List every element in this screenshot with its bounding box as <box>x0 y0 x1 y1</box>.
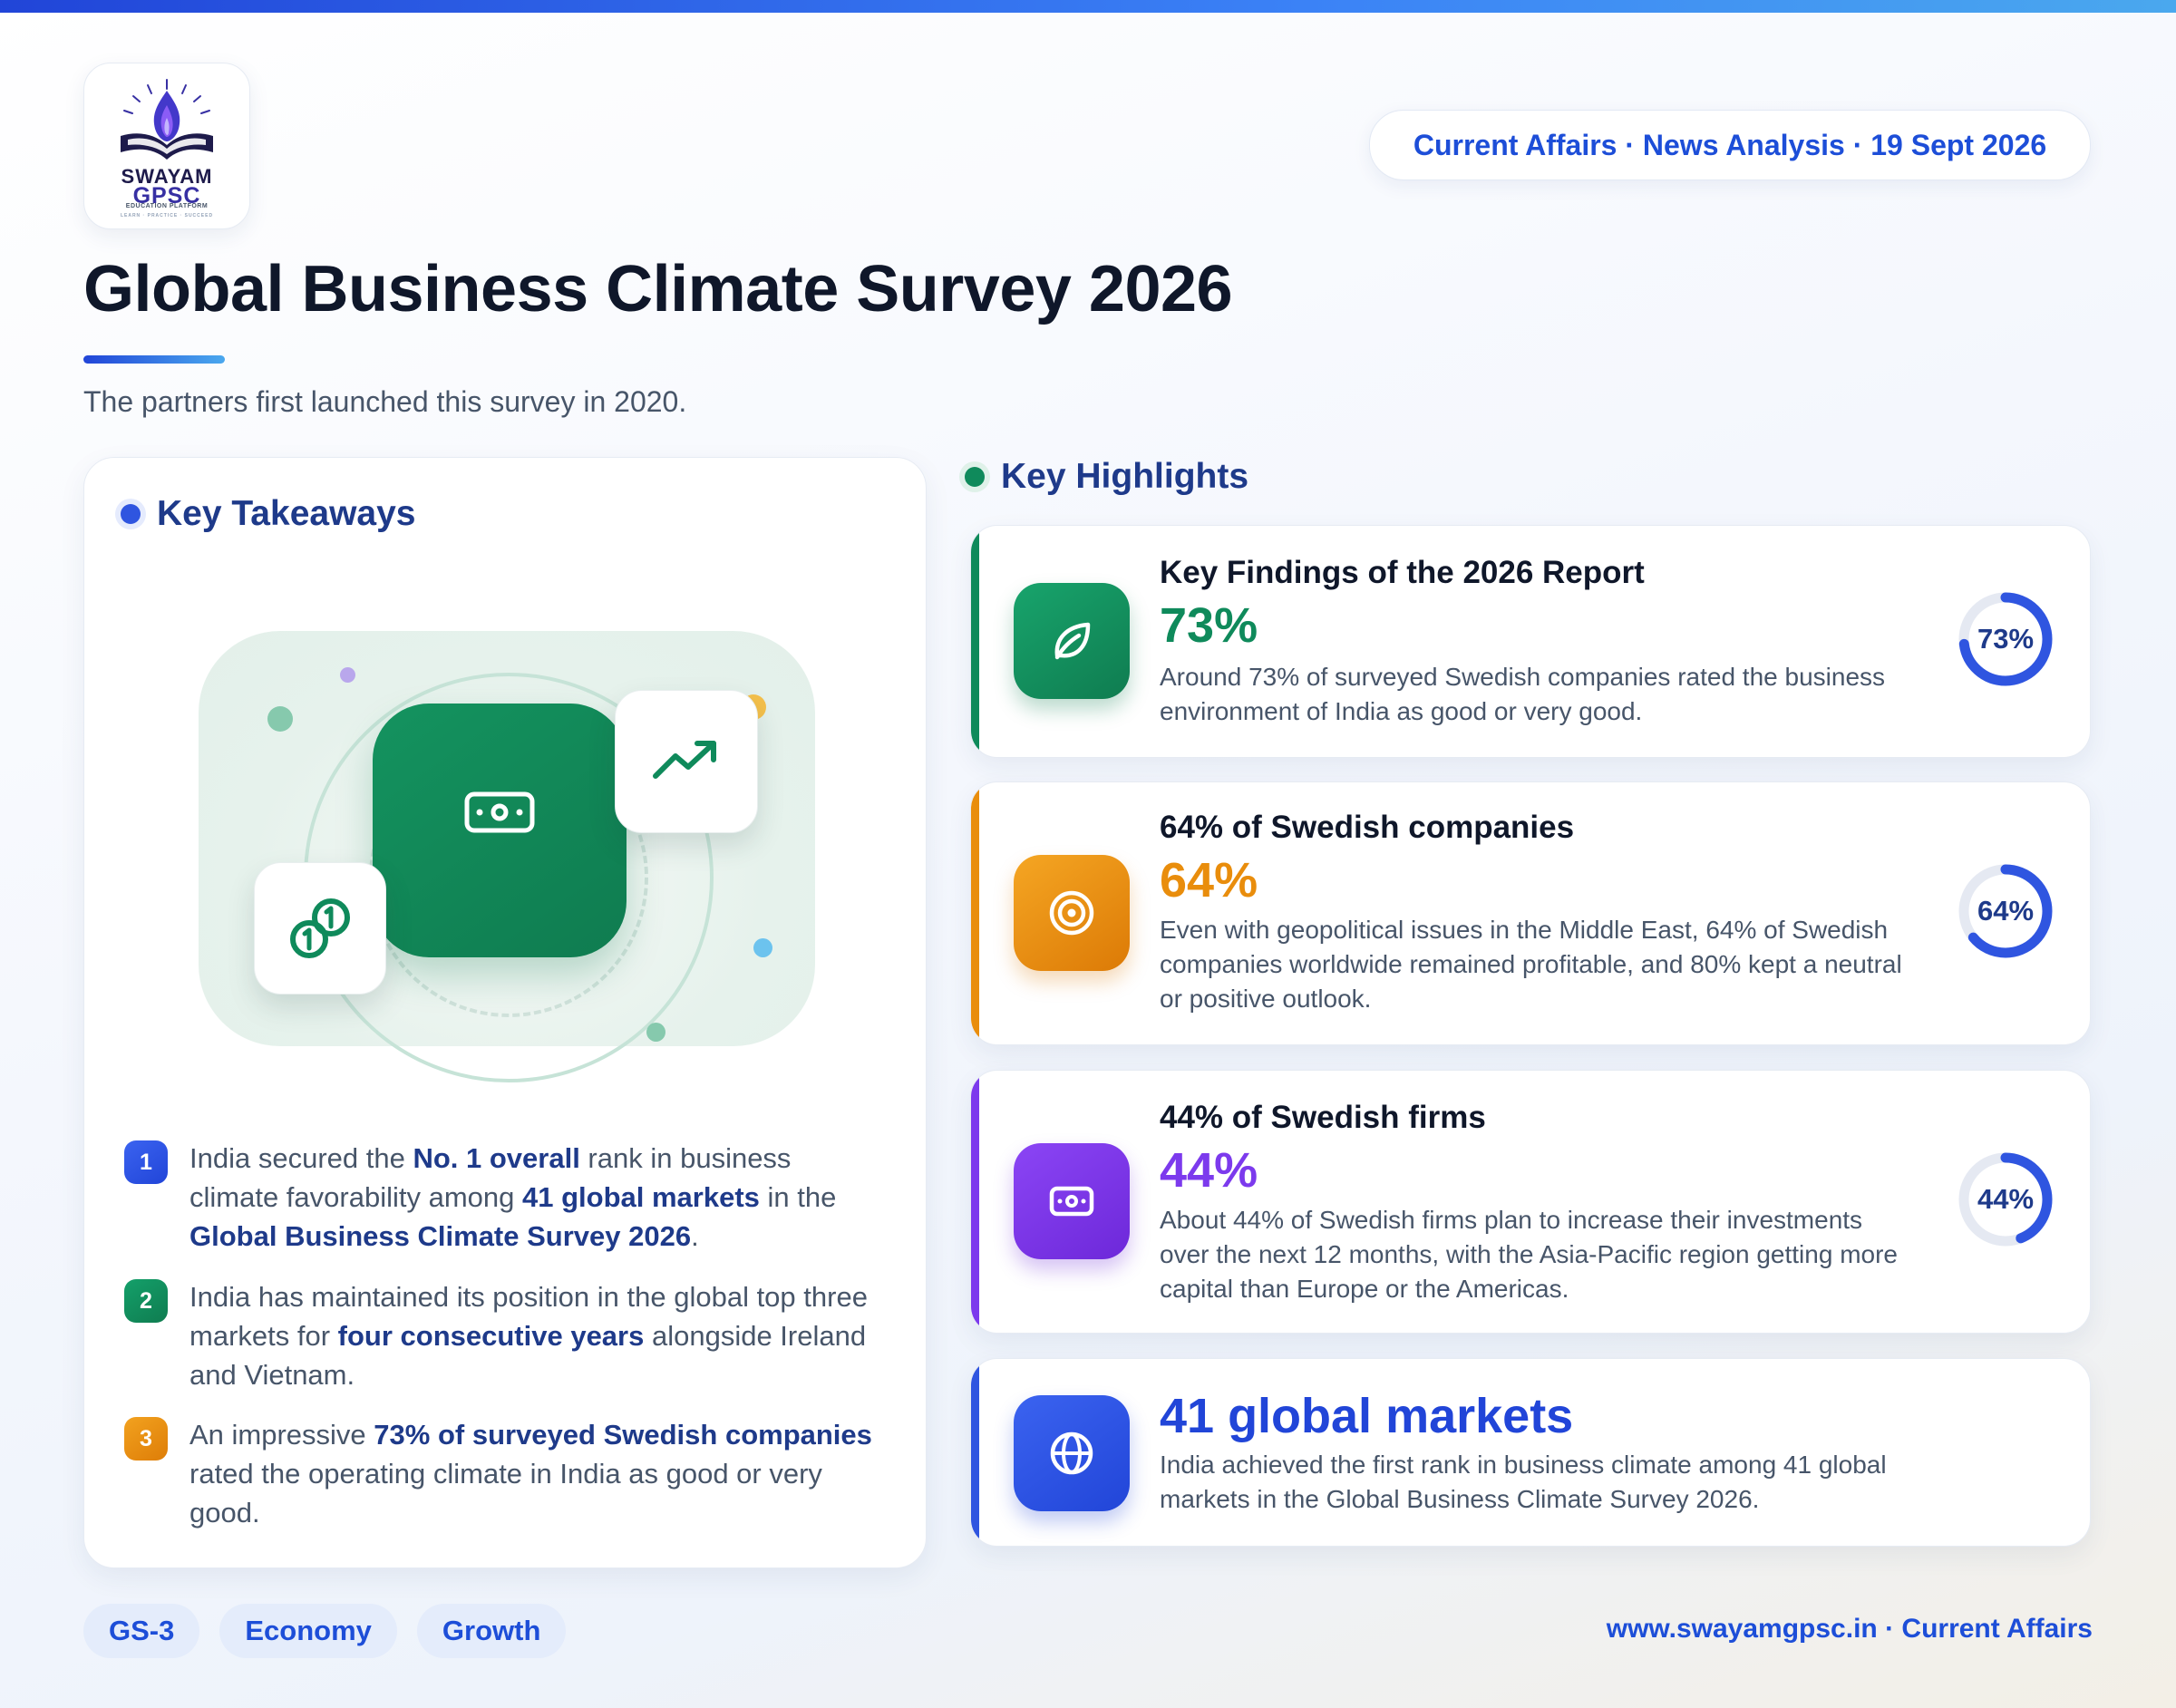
topic-tags: GS-3 Economy Growth <box>83 1604 567 1658</box>
highlight-card-companies: 64% of Swedish companies 64% Even with g… <box>970 781 2091 1045</box>
decor-dot <box>340 667 355 683</box>
key-highlights-label: Key Highlights <box>1001 457 1249 496</box>
number-badge: 2 <box>124 1279 168 1323</box>
decor-dot <box>753 938 772 957</box>
category-date-pill: Current Affairs · News Analysis · 19 Sep… <box>1369 110 2091 180</box>
key-takeaways-heading: Key Takeaways <box>121 494 415 534</box>
highlight-description: Around 73% of surveyed Swedish companies… <box>1160 663 1886 725</box>
highlight-description: About 44% of Swedish firms plan to incre… <box>1160 1206 1898 1303</box>
tag-growth[interactable]: Growth <box>416 1604 567 1658</box>
percent-donut: 44% <box>1956 1150 2055 1249</box>
card-accent-bar <box>971 782 979 1044</box>
banknote-icon <box>1049 1186 1094 1217</box>
highlight-description: India achieved the first rank in busines… <box>1160 1451 1887 1513</box>
finance-illustration <box>199 631 815 1082</box>
bullet-dot-icon <box>965 467 985 487</box>
key-takeaways-panel: Key Takeaways 1 India secured the No. 1 … <box>83 457 927 1568</box>
donut-label: 44% <box>1977 1183 2035 1215</box>
number-badge: 3 <box>124 1417 168 1461</box>
takeaway-item: 1 India secured the No. 1 overall rank i… <box>124 1139 886 1256</box>
tag-economy[interactable]: Economy <box>219 1604 397 1658</box>
takeaway-text: India has maintained its position in the… <box>189 1281 868 1391</box>
number-badge: 1 <box>124 1140 168 1184</box>
highlight-title: 44% of Swedish firms <box>1160 1100 1486 1135</box>
icon-tile <box>1014 855 1130 971</box>
takeaway-item: 3 An impressive 73% of surveyed Swedish … <box>124 1415 886 1532</box>
highlight-value: 64% <box>1160 853 1258 907</box>
coins-card <box>254 862 386 995</box>
leaf-icon <box>1054 622 1091 660</box>
page-title: Global Business Climate Survey 2026 <box>83 253 1233 325</box>
target-icon <box>1049 890 1094 936</box>
donut-label: 73% <box>1977 623 2035 655</box>
bullet-dot-icon <box>121 504 141 524</box>
percent-donut: 73% <box>1956 589 2055 689</box>
takeaway-item: 2 India has maintained its position in t… <box>124 1277 886 1394</box>
icon-tile <box>1014 583 1130 699</box>
top-accent-bar <box>0 0 2176 13</box>
highlight-card-key-findings: Key Findings of the 2026 Report 73% Arou… <box>970 525 2091 758</box>
globe-icon <box>1050 1431 1093 1475</box>
coins-icon <box>290 898 350 958</box>
highlight-value: 41 global markets <box>1160 1389 1574 1443</box>
highlight-card-markets: 41 global markets India achieved the fir… <box>970 1358 2091 1547</box>
trend-up-icon <box>653 741 716 779</box>
highlight-title: 64% of Swedish companies <box>1160 810 1575 845</box>
decor-dot <box>267 706 293 732</box>
brand-logo: SWAYAM GPSC EDUCATION PLATFORM LEARN · P… <box>83 63 250 229</box>
banknote-icon <box>464 791 535 833</box>
key-takeaways-label: Key Takeaways <box>157 494 416 533</box>
card-accent-bar <box>971 526 979 757</box>
highlight-title: Key Findings of the 2026 Report <box>1160 555 1645 590</box>
cash-tile <box>373 704 627 957</box>
key-highlights-heading: Key Highlights <box>965 457 1248 497</box>
donut-label: 64% <box>1977 895 2035 927</box>
growth-card <box>615 690 758 833</box>
logo-line-4: LEARN · PRACTICE · SUCCEED <box>120 213 214 218</box>
icon-tile <box>1014 1395 1130 1511</box>
decor-dot <box>646 1023 665 1042</box>
card-accent-bar <box>971 1071 979 1333</box>
highlight-value: 73% <box>1160 598 1258 653</box>
takeaway-text: An impressive 73% of surveyed Swedish co… <box>189 1419 872 1528</box>
takeaway-text: India secured the No. 1 overall rank in … <box>189 1142 837 1252</box>
page-subtitle: The partners first launched this survey … <box>83 385 687 418</box>
card-accent-bar <box>971 1359 979 1546</box>
title-underline <box>83 355 225 364</box>
tag-gs3[interactable]: GS-3 <box>83 1604 200 1658</box>
percent-donut: 64% <box>1956 861 2055 961</box>
icon-tile <box>1014 1143 1130 1259</box>
logo-line-3: EDUCATION PLATFORM <box>125 203 209 209</box>
highlight-description: Even with geopolitical issues in the Mid… <box>1160 916 1902 1013</box>
highlight-value: 44% <box>1160 1143 1258 1198</box>
highlight-card-firms: 44% of Swedish firms 44% About 44% of Sw… <box>970 1070 2091 1334</box>
footer-site-link[interactable]: www.swayamgpsc.in · Current Affairs <box>1607 1614 2093 1645</box>
flame-book-icon <box>121 79 213 160</box>
